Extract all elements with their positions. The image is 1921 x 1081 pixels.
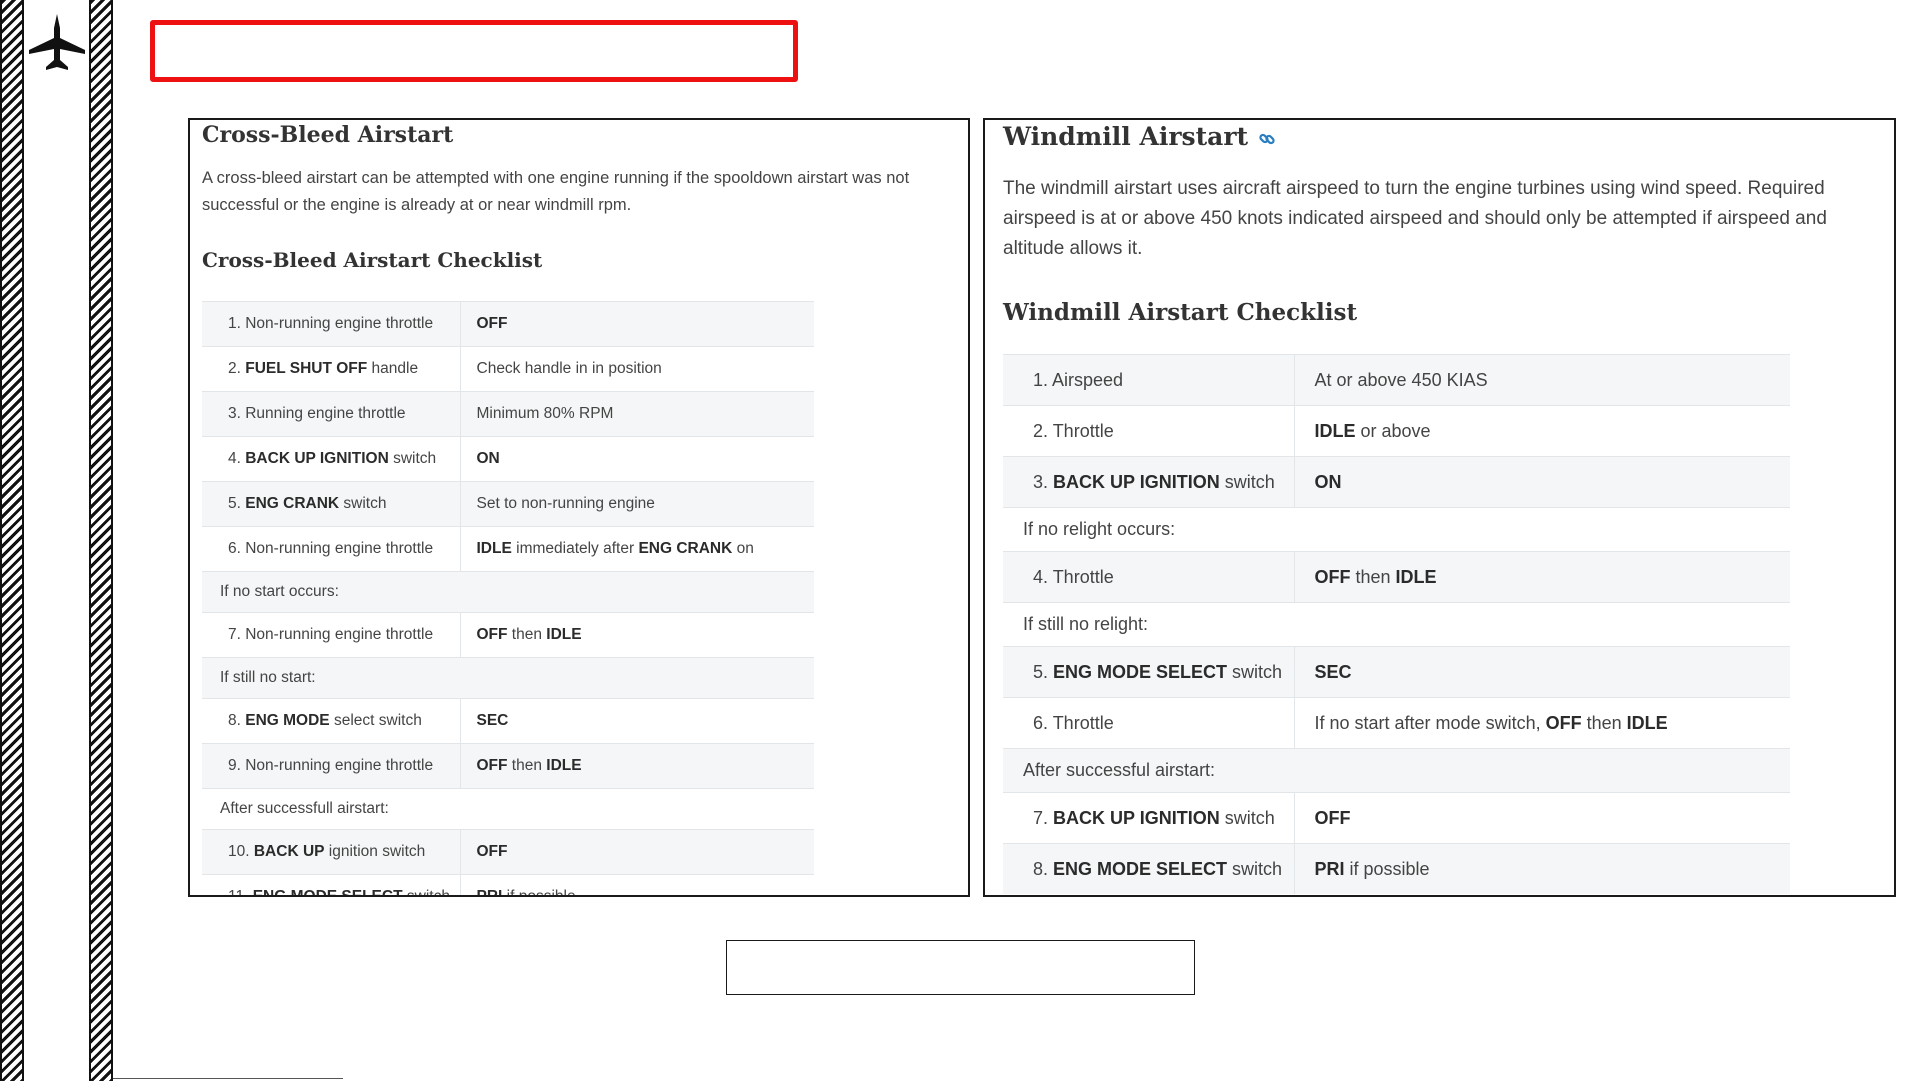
cross-bleed-step-action: OFF then IDLE — [460, 612, 814, 658]
cross-bleed-step-row: 2. FUEL SHUT OFF handle Check handle in i… — [202, 346, 814, 392]
windmill-condition-row: After successful airstart: — [1003, 748, 1790, 793]
cross-bleed-step-label: 1. Non-running engine throttle — [202, 301, 461, 347]
cross-bleed-step-action: OFF — [460, 829, 814, 875]
windmill-step-action: PRI if possible — [1294, 843, 1790, 894]
cross-bleed-step-row: 7. Non-running engine throttle OFF then I… — [202, 612, 814, 658]
windmill-checklist-table: 1. Airspeed At or above 450 KIAS 2. Thrott… — [1003, 354, 1790, 894]
cross-bleed-step-label: 10. BACK UP ignition switch — [202, 829, 461, 875]
windmill-step-row: 7. BACK UP IGNITION switch OFF — [1003, 792, 1790, 844]
cross-bleed-step-row: 6. Non-running engine throttle IDLE immed… — [202, 526, 814, 572]
cross-bleed-step-row: 8. ENG MODE select switch SEC — [202, 698, 814, 744]
cross-bleed-step-action: OFF — [460, 301, 814, 347]
title-placeholder-box — [150, 20, 798, 82]
windmill-step-row: 3. BACK UP IGNITION switch ON — [1003, 456, 1790, 508]
cross-bleed-checklist-table: 1. Non-running engine throttle OFF 2. FUEL… — [202, 301, 814, 895]
cross-bleed-step-action: Minimum 80% RPM — [460, 391, 814, 437]
windmill-step-row: 2. Throttle IDLE or above — [1003, 405, 1790, 457]
cross-bleed-condition-text: After successfull airstart: — [202, 788, 814, 830]
cross-bleed-step-row: 1. Non-running engine throttle OFF — [202, 301, 814, 347]
windmill-step-action: SEC — [1294, 646, 1790, 698]
cross-bleed-step-action: SEC — [460, 698, 814, 744]
windmill-condition-text: After successful airstart: — [1003, 748, 1790, 793]
footer-placeholder-box — [726, 940, 1195, 995]
windmill-intro: The windmill airstart uses aircraft airs… — [1003, 178, 1827, 259]
cross-bleed-checklist-title: Cross-Bleed Airstart Checklist — [202, 248, 543, 272]
cross-bleed-condition-row: If still no start: — [202, 657, 814, 699]
windmill-step-action: If no start after mode switch, OFF then … — [1294, 697, 1790, 749]
cross-bleed-step-row: 11. ENG MODE SELECT switch PRI if possibl… — [202, 874, 814, 895]
cross-bleed-condition-text: If no start occurs: — [202, 571, 814, 613]
windmill-step-label: 4. Throttle — [1003, 551, 1295, 603]
windmill-title-heading: Windmill Airstart — [1003, 120, 1876, 154]
windmill-step-row: 6. Throttle If no start after mode switch… — [1003, 697, 1790, 749]
windmill-step-label: 8. ENG MODE SELECT switch — [1003, 843, 1295, 894]
cross-bleed-step-action: Set to non-running engine — [460, 481, 814, 527]
windmill-step-label: 1. Airspeed — [1003, 354, 1295, 406]
windmill-step-action: At or above 450 KIAS — [1294, 354, 1790, 406]
cross-bleed-condition-row: After successfull airstart: — [202, 788, 814, 830]
windmill-step-label: 7. BACK UP IGNITION switch — [1003, 792, 1295, 844]
windmill-condition-text: If no relight occurs: — [1003, 507, 1790, 552]
bottom-rule — [113, 1078, 343, 1079]
cross-bleed-step-row: 4. BACK UP IGNITION switch ON — [202, 436, 814, 482]
windmill-step-row: 1. Airspeed At or above 450 KIAS — [1003, 354, 1790, 406]
cross-bleed-step-row: 10. BACK UP ignition switch OFF — [202, 829, 814, 875]
jet-fighter-icon — [29, 14, 85, 70]
cross-bleed-step-label: 11. ENG MODE SELECT switch — [202, 874, 461, 895]
cross-bleed-title: Cross-Bleed Airstart — [202, 122, 454, 148]
cross-bleed-step-row: 9. Non-running engine throttle OFF then I… — [202, 743, 814, 789]
cross-bleed-step-label: 7. Non-running engine throttle — [202, 612, 461, 658]
windmill-step-action: IDLE or above — [1294, 405, 1790, 457]
windmill-condition-row: If still no relight: — [1003, 602, 1790, 647]
left-hatch-stripe — [0, 0, 24, 1081]
cross-bleed-step-label: 4. BACK UP IGNITION switch — [202, 436, 461, 482]
windmill-step-action: OFF — [1294, 792, 1790, 844]
windmill-step-label: 6. Throttle — [1003, 697, 1295, 749]
windmill-condition-row: If no relight occurs: — [1003, 507, 1790, 552]
cross-bleed-step-row: 5. ENG CRANK switch Set to non-running en… — [202, 481, 814, 527]
cross-bleed-step-label: 6. Non-running engine throttle — [202, 526, 461, 572]
cross-bleed-panel: Cross-Bleed Airstart A cross-bleed airst… — [188, 118, 970, 897]
windmill-step-row: 5. ENG MODE SELECT switch SEC — [1003, 646, 1790, 698]
windmill-condition-text: If still no relight: — [1003, 602, 1790, 647]
cross-bleed-step-label: 3. Running engine throttle — [202, 391, 461, 437]
cross-bleed-step-action: ON — [460, 436, 814, 482]
cross-bleed-step-label: 8. ENG MODE select switch — [202, 698, 461, 744]
cross-bleed-step-action: PRI if possible — [460, 874, 814, 895]
windmill-panel: Windmill Airstart The windmill airstart … — [983, 118, 1896, 897]
cross-bleed-condition-text: If still no start: — [202, 657, 814, 699]
windmill-checklist-title: Windmill Airstart Checklist — [1003, 299, 1358, 326]
cross-bleed-step-action: Check handle in in position — [460, 346, 814, 392]
windmill-step-action: ON — [1294, 456, 1790, 508]
link-icon[interactable] — [1258, 130, 1276, 148]
windmill-title: Windmill Airstart — [1003, 122, 1249, 151]
windmill-step-label: 2. Throttle — [1003, 405, 1295, 457]
cross-bleed-step-action: OFF then IDLE — [460, 743, 814, 789]
cross-bleed-intro: A cross-bleed airstart can be attempted … — [202, 169, 910, 214]
cross-bleed-step-label: 5. ENG CRANK switch — [202, 481, 461, 527]
cross-bleed-step-row: 3. Running engine throttle Minimum 80% RP… — [202, 391, 814, 437]
windmill-step-label: 5. ENG MODE SELECT switch — [1003, 646, 1295, 698]
right-hatch-stripe — [89, 0, 113, 1081]
cross-bleed-step-label: 2. FUEL SHUT OFF handle — [202, 346, 461, 392]
windmill-step-row: 4. Throttle OFF then IDLE — [1003, 551, 1790, 603]
cross-bleed-step-action: IDLE immediately after ENG CRANK on — [460, 526, 814, 572]
cross-bleed-condition-row: If no start occurs: — [202, 571, 814, 613]
windmill-step-label: 3. BACK UP IGNITION switch — [1003, 456, 1295, 508]
windmill-step-action: OFF then IDLE — [1294, 551, 1790, 603]
windmill-step-row: 8. ENG MODE SELECT switch PRI if possible — [1003, 843, 1790, 894]
cross-bleed-step-label: 9. Non-running engine throttle — [202, 743, 461, 789]
